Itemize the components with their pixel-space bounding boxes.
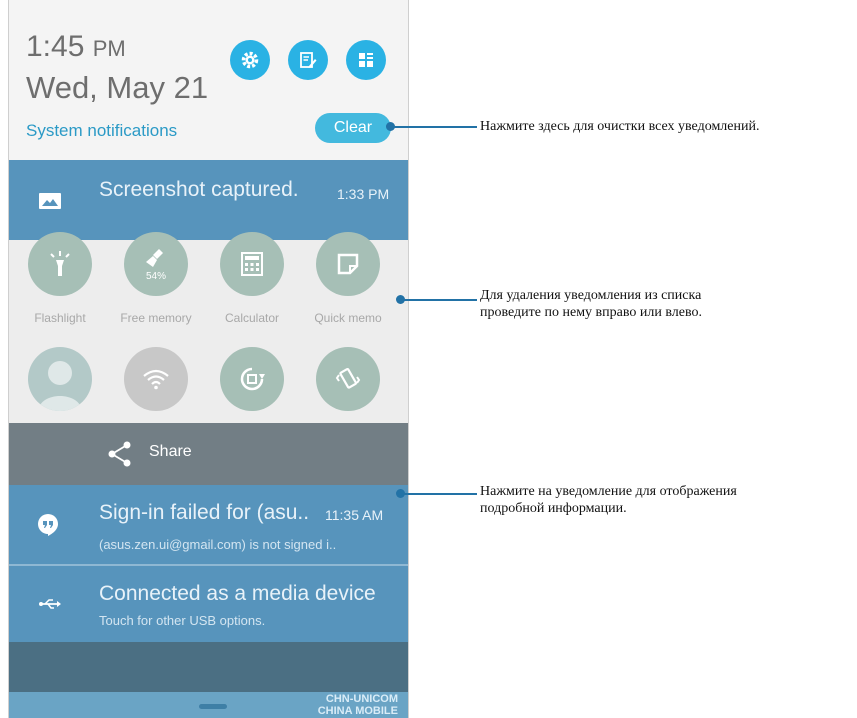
callout-line-clear (391, 126, 477, 128)
callout-text-swipe-line-1: Для удаления уведомления из списка (480, 288, 702, 303)
qs-label-flashlight: Flashlight (34, 311, 86, 325)
callout-text-swipe: Для удаления уведомления из списка прове… (480, 287, 702, 321)
grid-button[interactable] (346, 40, 386, 80)
settings-button[interactable] (230, 40, 270, 80)
memo-icon (337, 253, 359, 275)
carrier-line-1: CHN-UNICOM (325, 693, 398, 705)
panel-bottom (9, 642, 408, 692)
broom-icon (146, 248, 163, 267)
vibrate-icon (335, 367, 361, 389)
gear-icon (241, 51, 259, 69)
clear-button[interactable]: Clear (315, 113, 391, 143)
system-notifications-label: System notifications (26, 121, 178, 140)
notification-usb[interactable]: Connected as a media device Touch for ot… (9, 566, 408, 642)
calculator-toggle[interactable] (220, 232, 284, 296)
panel-drag-bar[interactable]: CHN-UNICOM CHINA MOBILE (9, 692, 408, 718)
qs-label-calculator: Calculator (224, 311, 280, 325)
callout-text-tap: Нажмите на уведомление для отображения п… (480, 483, 737, 517)
callout-text-tap-line-1: Нажмите на уведомление для отображения (480, 484, 737, 499)
clock-ampm: PM (92, 36, 126, 61)
notification-subtitle: (asus.zen.ui@gmail.com) is not signed i.… (99, 537, 337, 552)
callout-line-swipe (401, 299, 477, 301)
profile-toggle[interactable] (28, 347, 92, 411)
notification-title: Sign-in failed for (asu.. (99, 501, 310, 524)
share-bar[interactable]: Share (9, 423, 408, 485)
rotation-icon (240, 367, 265, 391)
share-icon (108, 441, 131, 467)
free-memory-value: 54% (145, 270, 166, 282)
clock-time: 1:45 (26, 30, 85, 63)
carrier-line-2: CHINA MOBILE (317, 705, 398, 717)
quick-memo-toggle[interactable] (316, 232, 380, 296)
flashlight-icon (50, 251, 70, 276)
auto-rotate-toggle[interactable] (220, 347, 284, 411)
callout-text-swipe-line-2: проведите по нему вправо или влево. (480, 305, 702, 320)
edit-icon (300, 52, 317, 68)
screenshot-canvas: 1:45 PM Wed, May 21 System notifications (0, 0, 857, 718)
notification-subtitle: Touch for other USB options. (99, 613, 266, 628)
flashlight-toggle[interactable] (28, 232, 92, 296)
vibrate-toggle[interactable] (316, 347, 380, 411)
date: Wed, May 21 (26, 70, 209, 105)
image-icon (39, 193, 61, 209)
notification-time: 11:35 AM (325, 507, 384, 523)
callout-text-tap-line-2: подробной информации. (480, 501, 627, 516)
grid-icon (359, 53, 373, 67)
free-memory-toggle[interactable]: 54% (124, 232, 188, 296)
hangouts-icon (38, 514, 58, 536)
usb-icon (39, 599, 61, 609)
wifi-icon (143, 369, 169, 390)
notification-screenshot[interactable]: Screenshot captured. 1:33 PM (9, 160, 408, 240)
avatar-icon (38, 361, 82, 411)
edit-button[interactable] (288, 40, 328, 80)
qs-label-quick-memo: Quick memo (314, 311, 382, 325)
drag-handle[interactable] (199, 704, 227, 709)
calculator-icon (241, 252, 263, 276)
callout-text-clear: Нажмите здесь для очистки всех уведомлен… (480, 119, 760, 134)
share-label: Share (149, 443, 192, 460)
clock: 1:45 PM (26, 32, 126, 62)
notification-title: Connected as a media device (99, 582, 376, 605)
notification-title: Screenshot captured. (99, 178, 299, 201)
carrier-label: CHN-UNICOM CHINA MOBILE (318, 693, 398, 717)
panel-header: 1:45 PM Wed, May 21 System notifications (9, 0, 408, 160)
wifi-toggle[interactable] (124, 347, 188, 411)
quick-settings: Flashlight 54% Free memory Calculator Qu… (9, 232, 408, 423)
notification-sign-in-failed[interactable]: Sign-in failed for (asu.. 11:35 AM (asus… (9, 485, 408, 566)
qs-label-free-memory: Free memory (120, 311, 192, 325)
notification-time: 1:33 PM (337, 186, 390, 202)
callout-line-tap (401, 493, 477, 495)
notification-panel: 1:45 PM Wed, May 21 System notifications (8, 0, 409, 718)
